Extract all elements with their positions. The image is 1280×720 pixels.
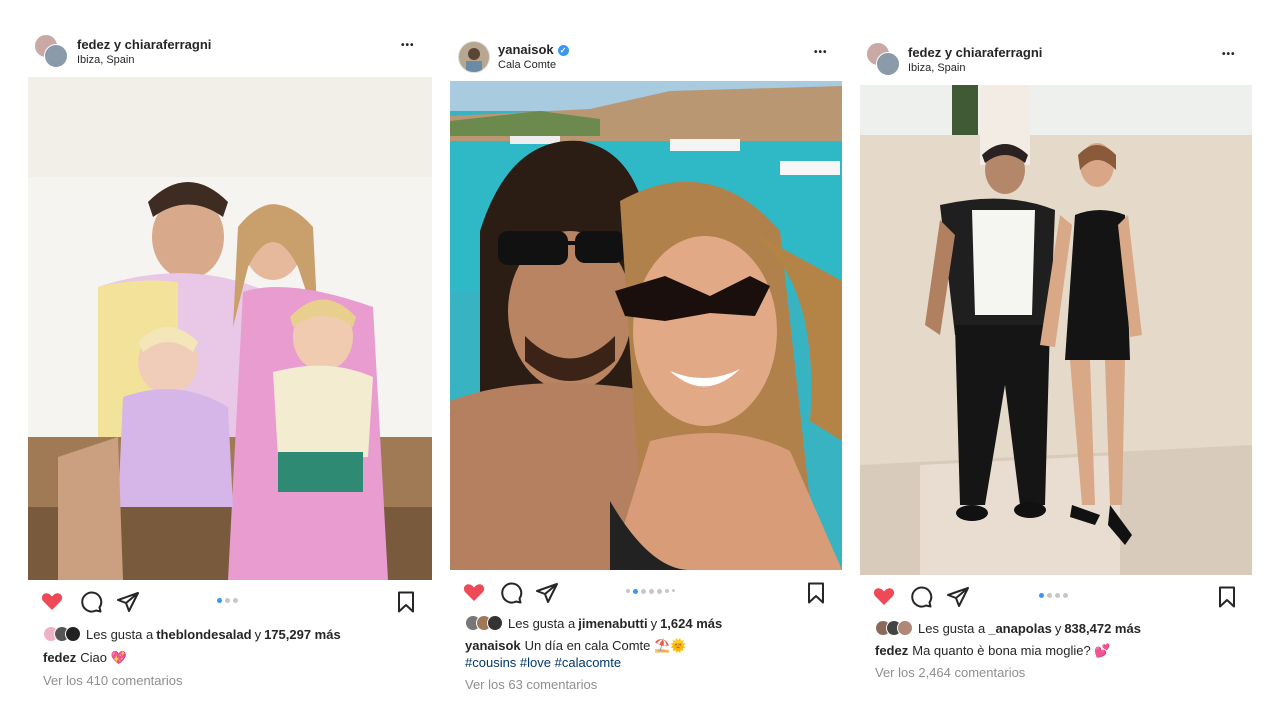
liker-avatars <box>465 615 503 631</box>
liker-avatars <box>43 626 81 642</box>
caption-user[interactable]: fedez <box>875 643 908 658</box>
post-header: fedez y chiaraferragni Ibiza, Spain ••• <box>28 32 432 72</box>
heart-icon[interactable] <box>462 580 486 604</box>
likes-user[interactable]: _anapolas <box>988 621 1052 636</box>
username[interactable]: fedez y chiaraferragni <box>77 37 211 52</box>
post-2: yanaisok ✓ Cala Comte ••• Les gusta a ji… <box>450 0 842 720</box>
likes-prefix: Les gusta a <box>86 626 154 642</box>
share-icon[interactable] <box>116 590 140 614</box>
couple-terrace-photo <box>860 85 1252 575</box>
carousel-indicator <box>1039 593 1068 598</box>
caption: yanaisok Un día en cala Comte ⛱️🌞 <box>465 638 686 654</box>
bookmark-icon[interactable] <box>804 581 828 605</box>
likes-count[interactable]: 1,624 más <box>660 616 722 631</box>
likes-mid: y <box>1054 620 1062 636</box>
likes-line[interactable]: Les gusta a theblondesalad y 175,297 más <box>43 626 344 642</box>
view-comments-link[interactable]: Ver los 410 comentarios <box>43 673 182 688</box>
post-photo[interactable] <box>28 77 432 580</box>
action-bar <box>450 580 842 610</box>
likes-line[interactable]: Les gusta a _anapolas y 838,472 más <box>875 620 1144 636</box>
likes-user[interactable]: theblondesalad <box>156 627 251 642</box>
share-icon[interactable] <box>946 585 970 609</box>
likes-prefix: Les gusta a <box>508 615 576 631</box>
post-3: fedez y chiaraferragni Ibiza, Spain ••• <box>860 0 1252 720</box>
likes-count[interactable]: 175,297 más <box>264 627 341 642</box>
comment-icon[interactable] <box>909 585 933 609</box>
beach-selfie-photo <box>450 81 842 570</box>
comment-icon[interactable] <box>79 590 103 614</box>
likes-mid: y <box>254 626 262 642</box>
caption: fedez Ciao 💖 <box>43 650 127 666</box>
avatar[interactable] <box>34 34 68 68</box>
more-icon[interactable]: ••• <box>814 47 828 58</box>
username[interactable]: fedez y chiaraferragni <box>908 45 1042 60</box>
post-header: fedez y chiaraferragni Ibiza, Spain ••• <box>860 40 1252 80</box>
view-comments-link[interactable]: Ver los 63 comentarios <box>465 677 597 692</box>
location[interactable]: Ibiza, Spain <box>77 54 134 66</box>
location[interactable]: Ibiza, Spain <box>908 62 965 74</box>
family-boat-photo <box>28 77 432 580</box>
caption-text: Un día en cala Comte ⛱️🌞 <box>524 638 687 653</box>
location[interactable]: Cala Comte <box>498 59 556 71</box>
caption: fedez Ma quanto è bona mia moglie? 💕 <box>875 643 1111 659</box>
bookmark-icon[interactable] <box>1215 585 1239 609</box>
caption-text: Ma quanto è bona mia moglie? 💕 <box>912 643 1111 658</box>
avatar[interactable] <box>458 41 490 73</box>
username[interactable]: yanaisok ✓ <box>498 42 569 57</box>
caption-user[interactable]: yanaisok <box>465 638 521 653</box>
verified-icon: ✓ <box>557 45 569 56</box>
carousel-indicator <box>217 598 238 603</box>
more-icon[interactable]: ••• <box>1222 49 1236 60</box>
likes-prefix: Les gusta a <box>918 620 986 636</box>
post-header: yanaisok ✓ Cala Comte ••• <box>450 38 842 78</box>
heart-icon[interactable] <box>40 589 64 613</box>
hashtags[interactable]: #cousins #love #calacomte <box>465 655 621 670</box>
action-bar <box>28 589 432 619</box>
post-photo[interactable] <box>860 85 1252 575</box>
heart-icon[interactable] <box>872 584 896 608</box>
likes-line[interactable]: Les gusta a jimenabutti y 1,624 más <box>465 615 725 631</box>
carousel-indicator <box>626 589 675 594</box>
likes-user[interactable]: jimenabutti <box>578 616 647 631</box>
comment-icon[interactable] <box>499 581 523 605</box>
action-bar <box>860 584 1252 614</box>
avatar[interactable] <box>866 42 900 76</box>
bookmark-icon[interactable] <box>394 590 418 614</box>
share-icon[interactable] <box>535 581 559 605</box>
likes-count[interactable]: 838,472 más <box>1064 621 1141 636</box>
caption-text: Ciao 💖 <box>80 650 127 665</box>
view-comments-link[interactable]: Ver los 2,464 comentarios <box>875 665 1025 680</box>
post-1: fedez y chiaraferragni Ibiza, Spain ••• <box>28 0 432 720</box>
caption-user[interactable]: fedez <box>43 650 76 665</box>
likes-mid: y <box>650 615 658 631</box>
more-icon[interactable]: ••• <box>401 40 415 51</box>
liker-avatars <box>875 620 913 636</box>
post-photo[interactable] <box>450 81 842 570</box>
